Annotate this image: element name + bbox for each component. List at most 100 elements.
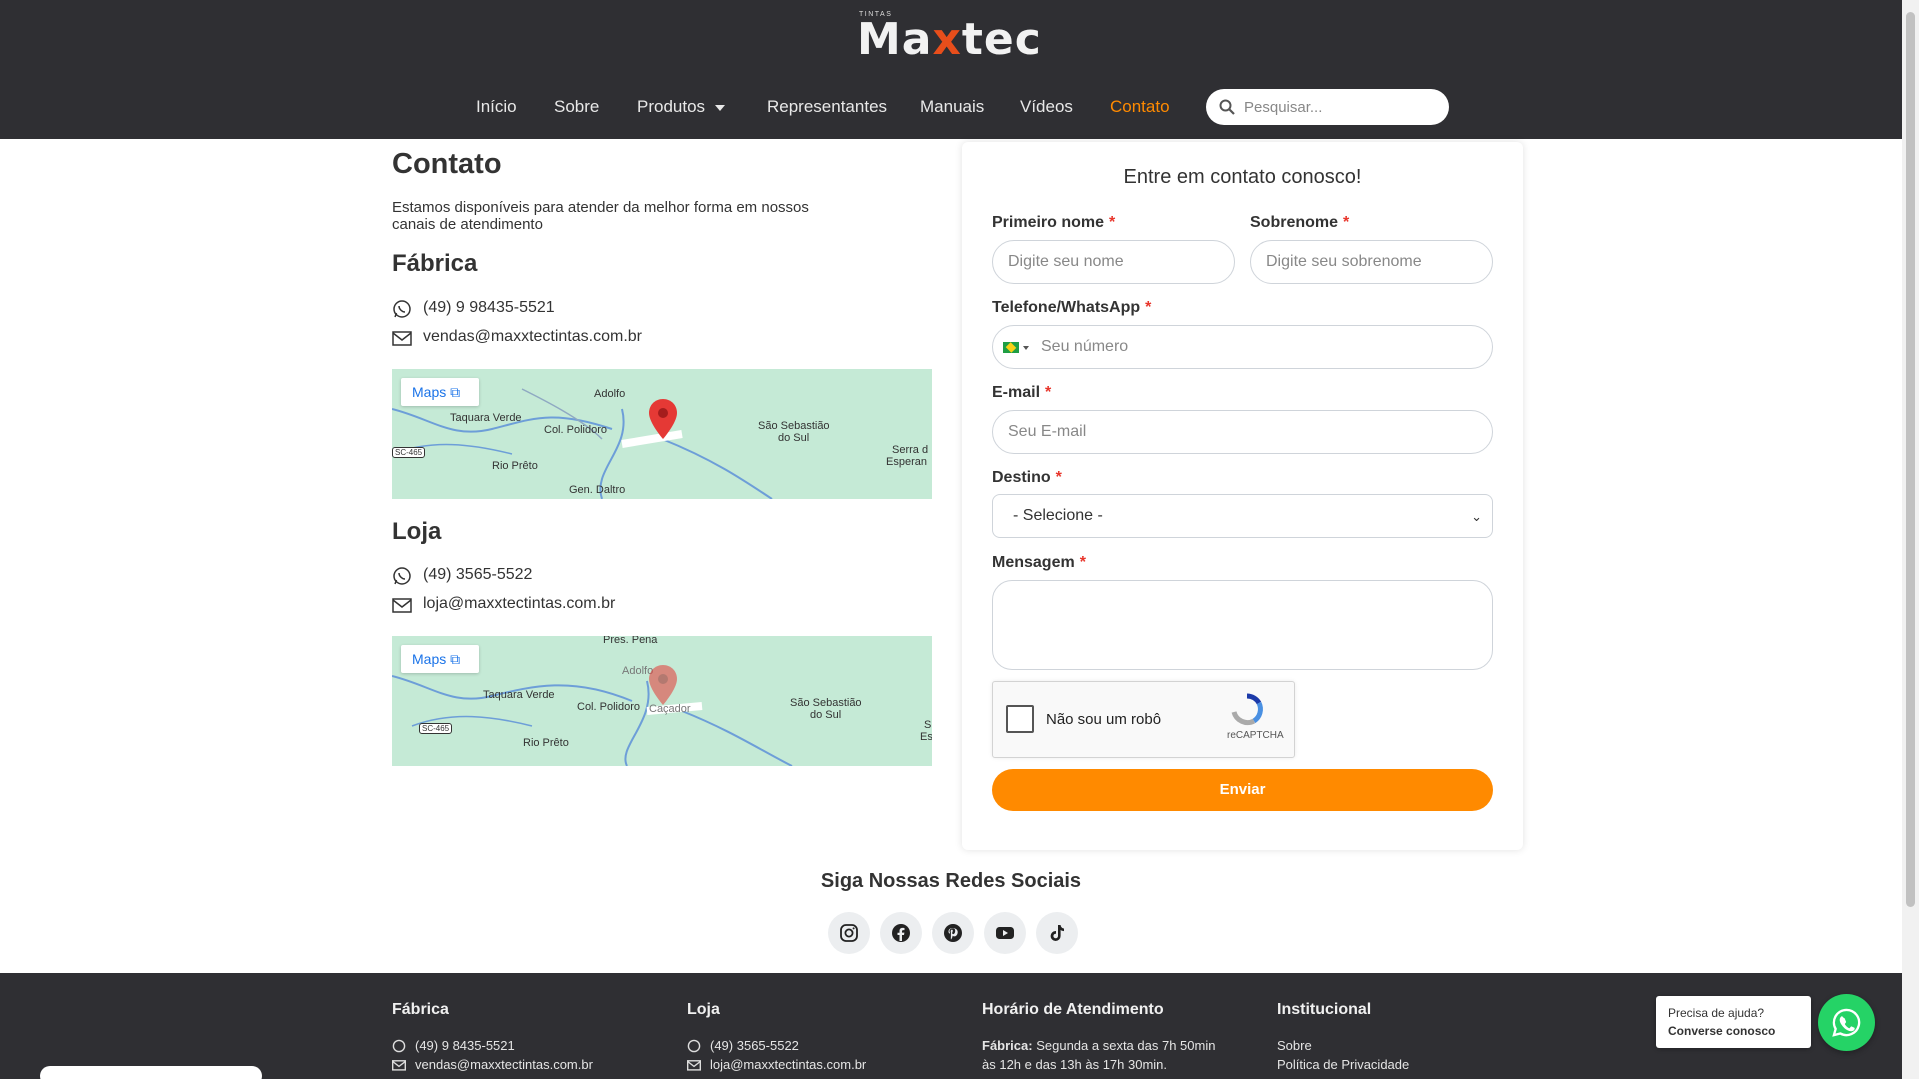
facebook-link[interactable] <box>880 912 922 954</box>
chevron-down-icon <box>1023 346 1029 350</box>
recaptcha-checkbox[interactable] <box>1006 705 1034 733</box>
tiktok-link[interactable] <box>1036 912 1078 954</box>
envelope-icon <box>687 1060 701 1071</box>
whatsapp-icon <box>392 1039 406 1053</box>
nav-inicio[interactable]: Início <box>476 97 517 117</box>
map-label: Esperan <box>886 456 927 468</box>
first-name-field[interactable]: Digite seu nome <box>992 240 1235 284</box>
footer-hours-heading: Horário de Atendimento <box>982 1001 1164 1018</box>
instagram-link[interactable] <box>828 912 870 954</box>
whatsapp-icon <box>687 1039 701 1053</box>
map-label: São Sebastião <box>758 420 830 432</box>
map-label: Serra d <box>892 444 929 456</box>
factory-heading: Fábrica <box>392 250 478 277</box>
map-label: SC-465 <box>419 723 453 734</box>
external-link-icon: ⧉ <box>450 651 461 667</box>
map-label: Col. Polidoro <box>577 701 640 713</box>
whatsapp-chat-button[interactable] <box>1818 994 1875 1051</box>
map-label: Taquara Verde <box>483 689 555 701</box>
map-label: S <box>924 719 932 731</box>
whatsapp-help-bubble[interactable]: Precisa de ajuda? Converse conosco <box>1656 996 1811 1048</box>
contact-form-card: Entre em contato conosco! Primeiro nome *… <box>962 142 1523 850</box>
search-box[interactable] <box>1206 89 1449 125</box>
footer-link-sobre[interactable]: Sobre <box>1277 1038 1312 1053</box>
page-title: Contato <box>392 148 502 180</box>
whatsapp-icon <box>393 567 411 585</box>
map-label: Es <box>920 731 932 743</box>
first-name-label: Primeiro nome * <box>992 214 1116 231</box>
message-label: Mensagem * <box>992 554 1086 571</box>
map-label: SC-465 <box>392 447 426 458</box>
store-heading: Loja <box>392 518 442 545</box>
page-scrollbar[interactable] <box>1902 0 1919 1079</box>
logo-wordmark: Maxtec <box>857 14 1042 65</box>
phone-field[interactable]: Seu número <box>992 325 1493 369</box>
nav-produtos[interactable]: Produtos <box>637 97 726 117</box>
store-email-text: loja@maxxtectintas.com.br <box>423 595 616 612</box>
map-label: Adolfo <box>594 388 626 400</box>
footer-link-privacy[interactable]: Política de Privacidade <box>1277 1057 1409 1072</box>
search-icon <box>1219 99 1235 115</box>
envelope-icon <box>392 331 412 346</box>
external-link-icon: ⧉ <box>450 384 461 400</box>
email-field[interactable]: Seu E-mail <box>992 410 1493 454</box>
youtube-link[interactable] <box>984 912 1026 954</box>
message-textarea[interactable] <box>992 580 1493 670</box>
factory-map[interactable]: Maps ⧉ Adolfo Taquara Verde Col. Polidor… <box>392 369 932 499</box>
main-nav: Início Sobre Produtos Representantes Man… <box>0 90 1902 120</box>
store-map[interactable]: Maps ⧉ Pres. Pena Adolfo Taquara Verde C… <box>392 636 932 766</box>
pinterest-icon <box>944 924 962 942</box>
search-input[interactable] <box>1244 97 1434 117</box>
scrollbar-thumb[interactable] <box>1906 12 1915 907</box>
factory-email-text: vendas@maxxtectintas.com.br <box>423 328 642 345</box>
form-title: Entre em contato conosco! <box>1123 166 1362 188</box>
recaptcha-brand: reCAPTCHA <box>1227 730 1284 741</box>
contact-intro: Estamos disponíveis para atender da melh… <box>392 199 809 233</box>
last-name-label: Sobrenome * <box>1250 214 1350 231</box>
map-label: Gen. Daltro <box>569 484 626 496</box>
map-label: Rio Prêto <box>492 460 538 472</box>
recaptcha-widget: Não sou um robô reCAPTCHA <box>992 681 1295 758</box>
footer-hours: Horário de Atendimento Fábrica: Segunda … <box>982 1001 1215 1072</box>
facebook-icon <box>892 924 910 942</box>
brazil-flag-icon[interactable] <box>1003 342 1019 353</box>
maxxtec-logo[interactable]: TINTAS Maxtec <box>857 10 1051 66</box>
footer-factory: Fábrica (49) 9 8435-5521 vendas@maxxtect… <box>392 1001 593 1072</box>
store-phone-text: (49) 3565-5522 <box>423 566 533 583</box>
recaptcha-label: Não sou um robô <box>1046 711 1162 728</box>
destination-label: Destino * <box>992 469 1062 486</box>
map-pin-icon[interactable] <box>649 665 677 705</box>
help-text: Precisa de ajuda? <box>1668 1006 1765 1020</box>
factory-phone-text: (49) 9 98435-5521 <box>423 299 555 316</box>
help-cta: Converse conosco <box>1668 1024 1776 1038</box>
nav-videos[interactable]: Vídeos <box>1020 97 1073 117</box>
pinterest-link[interactable] <box>932 912 974 954</box>
cookie-consent-tab[interactable] <box>40 1066 262 1086</box>
map-label: São Sebastião <box>790 697 862 709</box>
youtube-icon <box>996 927 1014 939</box>
submit-button[interactable]: Enviar <box>992 769 1493 811</box>
nav-manuais[interactable]: Manuais <box>920 97 984 117</box>
chevron-down-icon <box>715 104 726 111</box>
nav-representantes[interactable]: Representantes <box>767 97 887 117</box>
map-label: Col. Polidoro <box>544 424 607 436</box>
tiktok-icon <box>1050 925 1064 941</box>
footer-store: Loja (49) 3565-5522 loja@maxxtectintas.c… <box>687 1001 867 1072</box>
phone-label: Telefone/WhatsApp * <box>992 299 1152 316</box>
last-name-field[interactable]: Digite seu sobrenome <box>1250 240 1493 284</box>
nav-contato[interactable]: Contato <box>1110 97 1170 117</box>
map-pin-icon[interactable] <box>649 399 677 439</box>
destination-select[interactable]: - Selecione - ⌄ <box>992 494 1493 538</box>
maps-link-button[interactable]: Maps ⧉ <box>401 378 479 406</box>
whatsapp-icon <box>1832 1008 1861 1037</box>
footer-institutional: Institucional Sobre Política de Privacid… <box>1277 1001 1409 1072</box>
social-heading: Siga Nossas Redes Sociais <box>820 870 1082 892</box>
map-label: Rio Prêto <box>523 737 569 749</box>
nav-sobre[interactable]: Sobre <box>554 97 599 117</box>
email-label: E-mail * <box>992 384 1052 401</box>
instagram-icon <box>840 924 858 942</box>
recaptcha-logo-icon <box>1231 693 1263 726</box>
maps-link-button[interactable]: Maps ⧉ <box>401 645 479 673</box>
map-label: do Sul <box>778 432 810 444</box>
whatsapp-icon <box>393 300 411 318</box>
